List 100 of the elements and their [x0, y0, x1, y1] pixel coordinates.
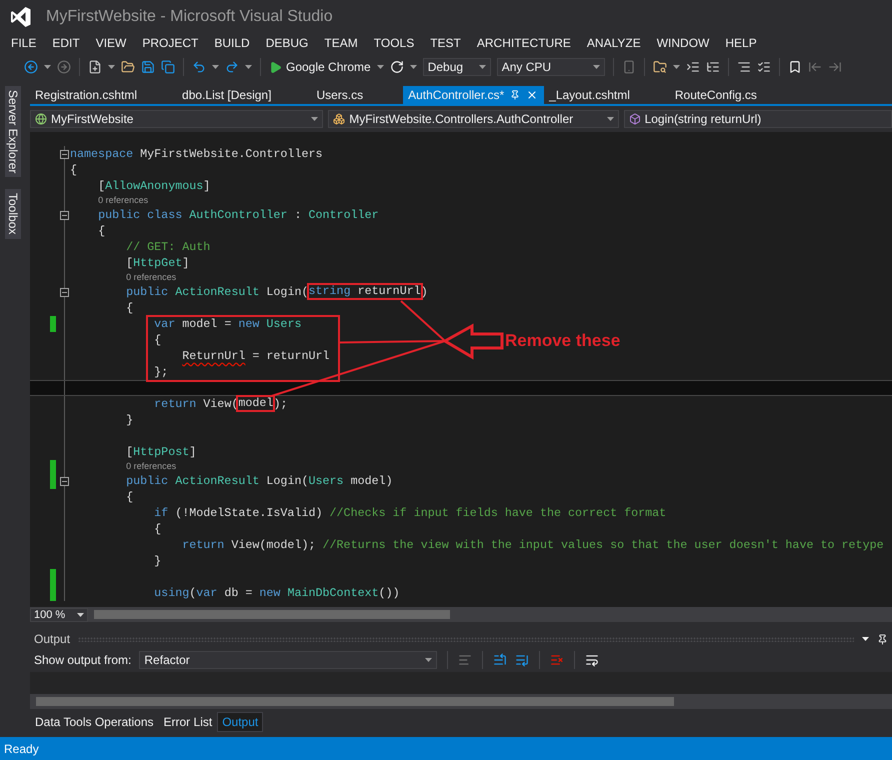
bookmark-icon[interactable] [788, 60, 802, 74]
project-dropdown[interactable]: MyFirstWebsite [30, 110, 324, 128]
word-wrap-icon[interactable] [585, 653, 600, 667]
code-line: if (!ModelState.IsValid) //Checks if input fields have the correct format [154, 506, 666, 520]
pin-icon[interactable] [877, 634, 888, 644]
logo-icon [10, 6, 32, 28]
forward-icon[interactable] [57, 60, 71, 74]
new-file-icon[interactable] [88, 60, 102, 74]
redo-icon[interactable] [225, 60, 239, 74]
code-line: public ActionResult Login( [126, 284, 308, 299]
document-tab[interactable]: Users.cs [311, 86, 404, 104]
collapse-icon[interactable] [60, 210, 69, 220]
status-text: Ready [4, 742, 39, 756]
save-icon[interactable] [141, 60, 155, 74]
code-line: public ActionResult Login(Users model) [126, 474, 393, 488]
indent-icon[interactable] [686, 60, 700, 74]
clear-all-icon[interactable] [550, 653, 564, 667]
list-icon[interactable] [756, 60, 771, 74]
document-tab[interactable]: dbo.List [Design] [177, 86, 312, 104]
code-line: var model = new Users [154, 316, 302, 331]
member-dropdown[interactable]: Login(string returnUrl) [624, 110, 892, 128]
collapse-icon[interactable] [60, 476, 69, 486]
panel-tab[interactable]: Error List [158, 712, 218, 732]
caret-icon [77, 612, 84, 617]
document-tab[interactable]: AuthController.cs* [403, 86, 544, 104]
side-tab[interactable]: Server Explorer [5, 86, 21, 178]
menu-item[interactable]: TEST [422, 36, 469, 50]
run-button[interactable]: Google Chrome [269, 60, 371, 74]
code-line: public class AuthController : Controller [98, 208, 379, 222]
code-line: } [126, 412, 134, 427]
references-label[interactable]: 0 references [126, 272, 176, 282]
panel-tab[interactable]: Output [217, 712, 264, 732]
class-icon [333, 112, 346, 125]
code-line: { [154, 522, 162, 536]
menu-item[interactable]: TEAM [316, 36, 366, 50]
caret-icon [425, 658, 432, 662]
menu-item[interactable]: TOOLS [366, 36, 422, 50]
back-icon[interactable] [24, 60, 38, 74]
highlight-box: string returnUrl [306, 283, 423, 300]
menu-item[interactable]: WINDOW [648, 36, 718, 50]
caret-icon [44, 65, 51, 69]
device-icon[interactable] [622, 60, 636, 74]
collapse-icon[interactable] [60, 150, 69, 159]
code-editor[interactable] [30, 132, 892, 608]
code-line: return View(model); //Returns the view with the input values so that the user doesn't have to retype [182, 538, 884, 552]
next-bookmark-icon[interactable] [828, 60, 842, 74]
panel-tab[interactable]: Data Tools Operations [30, 712, 159, 732]
platform-dropdown[interactable]: Any CPU [496, 58, 605, 76]
menu-item[interactable]: ANALYZE [578, 36, 649, 50]
zoom-dropdown[interactable]: 100 % [30, 608, 88, 622]
list-tree-icon[interactable] [706, 60, 720, 74]
code-line: { [98, 224, 106, 238]
code-line: { [126, 490, 134, 504]
document-tab[interactable]: RouteConfig.cs [670, 86, 797, 104]
caret-icon [478, 65, 486, 69]
previous-message-icon[interactable] [493, 653, 508, 667]
code-line: } [154, 554, 162, 568]
side-tab[interactable]: Toolbox [5, 189, 21, 239]
caret-icon [606, 116, 614, 121]
caret-icon [592, 65, 600, 69]
code-line: [AllowAnonymous] [98, 178, 210, 193]
undo-icon[interactable] [192, 60, 206, 74]
references-label[interactable]: 0 references [126, 461, 176, 472]
menu-item[interactable]: VIEW [88, 36, 134, 50]
previous-bookmark-icon[interactable] [808, 60, 822, 74]
code-line: [HttpGet] [126, 256, 190, 270]
menu-item[interactable]: DEBUG [258, 36, 316, 50]
code-line: { [126, 300, 134, 315]
window-title: MyFirstWebsite - Microsoft Visual Studio [46, 8, 333, 26]
menu-item[interactable]: ARCHITECTURE [468, 36, 579, 50]
play-icon [269, 60, 282, 74]
close-icon[interactable] [526, 88, 538, 101]
menu-item[interactable]: BUILD [206, 36, 258, 50]
configuration-dropdown[interactable]: Debug [422, 58, 491, 76]
code-line: { [70, 162, 78, 177]
menu-item[interactable]: PROJECT [134, 36, 206, 50]
folder-icon[interactable] [121, 60, 135, 74]
output-source-dropdown[interactable]: Refactor [139, 651, 438, 669]
caret-icon [311, 116, 318, 121]
references-label[interactable]: 0 references [98, 195, 148, 206]
code-line: ); [273, 396, 288, 411]
align-icon[interactable] [736, 60, 751, 74]
code-line: ReturnUrl = returnUrl [182, 348, 330, 363]
save-all-icon[interactable] [161, 60, 175, 74]
menu-item[interactable]: FILE [3, 36, 44, 50]
menu-item[interactable]: EDIT [44, 36, 88, 50]
collapse-icon[interactable] [60, 288, 69, 297]
next-message-icon[interactable] [515, 653, 530, 667]
refresh-icon[interactable] [390, 60, 404, 74]
scrollbar-thumb[interactable] [36, 697, 674, 706]
caret-icon [410, 65, 417, 69]
document-tab[interactable]: _Layout.cshtml [544, 86, 670, 104]
code-line: using(var db = new MainDbContext()) [154, 586, 400, 600]
caret-icon [108, 65, 115, 69]
scrollbar-thumb[interactable] [94, 610, 450, 620]
document-tab[interactable]: Registration.cshtml [30, 86, 178, 104]
type-dropdown[interactable]: MyFirstWebsite.Controllers.AuthController [328, 110, 619, 128]
menu-item[interactable]: HELP [717, 36, 765, 50]
callout-arrow [442, 323, 504, 360]
folder-search-icon[interactable] [652, 60, 667, 74]
